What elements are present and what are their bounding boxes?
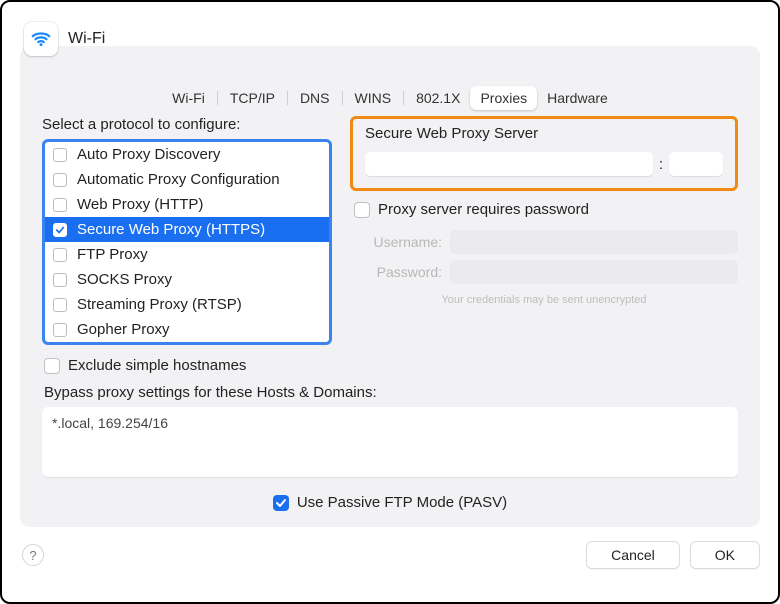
protocol-column: Select a protocol to configure: Auto Pro…: [42, 116, 332, 345]
bypass-textarea[interactable]: [42, 407, 738, 477]
proxy-detail-column: Secure Web Proxy Server : Proxy server r…: [350, 116, 738, 306]
credentials-note: Your credentials may be sent unencrypted: [350, 294, 738, 306]
username-label: Username:: [350, 234, 450, 250]
tab-dns[interactable]: DNS: [290, 86, 340, 110]
protocol-checkbox[interactable]: [53, 223, 67, 237]
protocol-label: Gopher Proxy: [77, 321, 170, 338]
exclude-hostnames-checkbox[interactable]: [44, 358, 60, 374]
protocol-checkbox[interactable]: [53, 248, 67, 262]
password-input[interactable]: [450, 260, 738, 284]
protocol-item[interactable]: FTP Proxy: [45, 242, 329, 267]
protocol-item[interactable]: Secure Web Proxy (HTTPS): [45, 217, 329, 242]
dialog-footer: ? Cancel OK: [20, 541, 760, 569]
protocol-list[interactable]: Auto Proxy Discovery Automatic Proxy Conf…: [42, 139, 332, 345]
password-label: Password:: [350, 264, 450, 280]
tab-proxies[interactable]: Proxies: [470, 86, 537, 110]
pasv-label: Use Passive FTP Mode (PASV): [297, 494, 507, 511]
tab-bar: Wi-FiTCP/IPDNSWINS802.1XProxiesHardware: [42, 86, 738, 110]
protocol-checkbox[interactable]: [53, 323, 67, 337]
protocol-label: Streaming Proxy (RTSP): [77, 296, 242, 313]
protocol-checkbox[interactable]: [53, 273, 67, 287]
wifi-icon: [24, 22, 58, 56]
protocol-item[interactable]: Streaming Proxy (RTSP): [45, 292, 329, 317]
proxy-port-input[interactable]: [669, 152, 723, 176]
proxy-host-input[interactable]: [365, 152, 653, 176]
tab-separator: [217, 91, 218, 105]
exclude-hostnames-label: Exclude simple hostnames: [68, 357, 246, 374]
tab-wins[interactable]: WINS: [345, 86, 402, 110]
page-title: Wi-Fi: [68, 30, 105, 48]
tab-tcp-ip[interactable]: TCP/IP: [220, 86, 285, 110]
protocol-label: Web Proxy (HTTP): [77, 196, 203, 213]
tab-separator: [342, 91, 343, 105]
protocol-item[interactable]: Auto Proxy Discovery: [45, 142, 329, 167]
pasv-checkbox[interactable]: [273, 495, 289, 511]
settings-panel: Wi-FiTCP/IPDNSWINS802.1XProxiesHardware …: [20, 46, 760, 527]
tab-hardware[interactable]: Hardware: [537, 86, 618, 110]
help-button[interactable]: ?: [22, 544, 44, 566]
requires-password-checkbox[interactable]: [354, 202, 370, 218]
select-protocol-label: Select a protocol to configure:: [42, 116, 332, 133]
protocol-item[interactable]: Gopher Proxy: [45, 317, 329, 342]
network-proxies-dialog: Wi-Fi Wi-FiTCP/IPDNSWINS802.1XProxiesHar…: [2, 2, 778, 583]
host-port-separator: :: [659, 156, 663, 173]
tab-wi-fi[interactable]: Wi-Fi: [162, 86, 215, 110]
protocol-label: Secure Web Proxy (HTTPS): [77, 221, 265, 238]
protocol-checkbox[interactable]: [53, 173, 67, 187]
requires-password-label: Proxy server requires password: [378, 201, 589, 218]
tab-802-1x[interactable]: 802.1X: [406, 86, 470, 110]
protocol-item[interactable]: SOCKS Proxy: [45, 267, 329, 292]
protocol-label: Auto Proxy Discovery: [77, 146, 220, 163]
protocol-item[interactable]: Web Proxy (HTTP): [45, 192, 329, 217]
protocol-checkbox[interactable]: [53, 148, 67, 162]
protocol-label: Automatic Proxy Configuration: [77, 171, 280, 188]
proxy-server-box: Secure Web Proxy Server :: [350, 116, 738, 191]
ok-button[interactable]: OK: [690, 541, 760, 569]
username-input[interactable]: [450, 230, 738, 254]
cancel-button[interactable]: Cancel: [586, 541, 680, 569]
protocol-item[interactable]: Automatic Proxy Configuration: [45, 167, 329, 192]
bypass-label: Bypass proxy settings for these Hosts & …: [44, 384, 738, 401]
protocol-label: FTP Proxy: [77, 246, 148, 263]
protocol-checkbox[interactable]: [53, 298, 67, 312]
tab-separator: [403, 91, 404, 105]
protocol-label: SOCKS Proxy: [77, 271, 172, 288]
tab-separator: [287, 91, 288, 105]
protocol-checkbox[interactable]: [53, 198, 67, 212]
proxy-server-title: Secure Web Proxy Server: [365, 125, 723, 142]
